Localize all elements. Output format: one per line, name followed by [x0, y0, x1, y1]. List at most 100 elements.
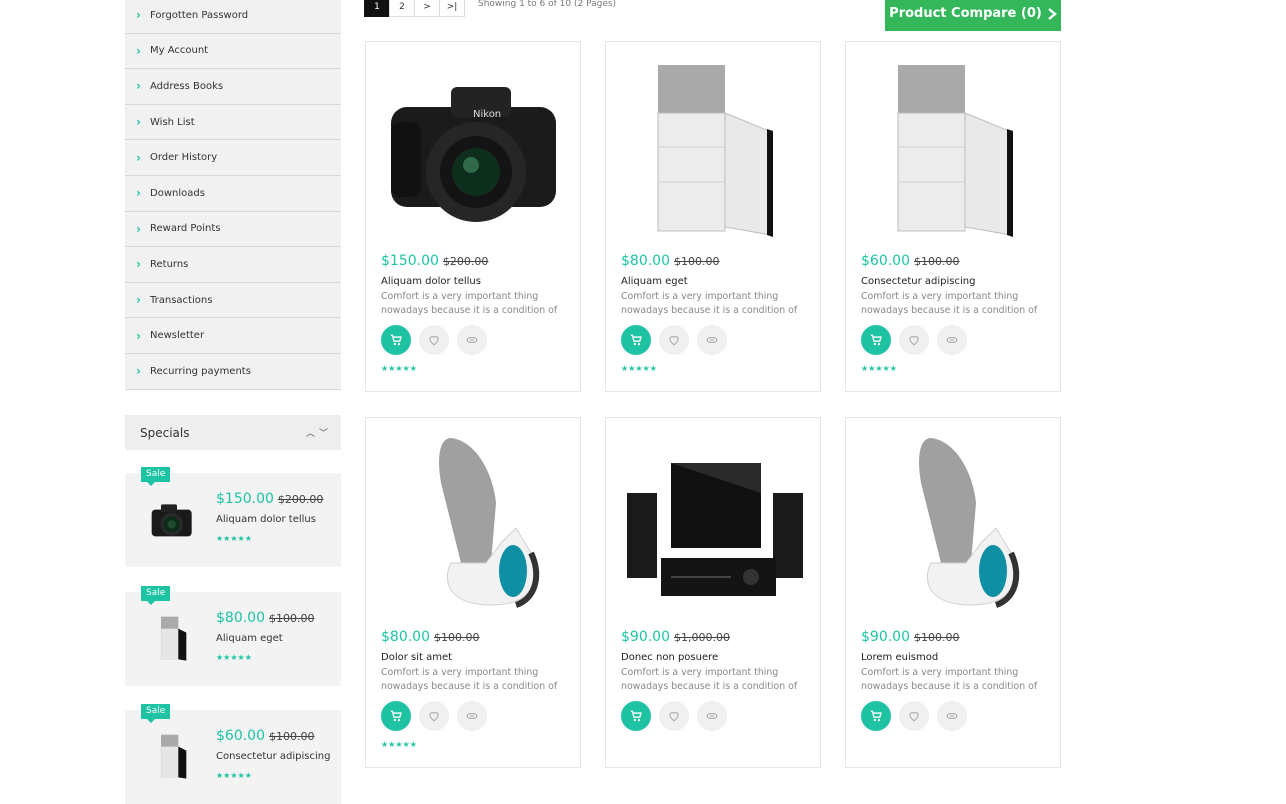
account-menu-item-newsletter[interactable]: › Newsletter [125, 318, 341, 354]
old-price: $100.00 [914, 631, 960, 644]
chevron-down-icon[interactable]: ﹀ [319, 426, 328, 439]
product-name[interactable]: Donec non posuere [621, 652, 718, 663]
compare-button[interactable] [937, 701, 967, 731]
add-to-cart-button[interactable] [621, 325, 651, 355]
add-to-cart-button[interactable] [861, 701, 891, 731]
product-name[interactable]: Aliquam eget [621, 276, 688, 287]
paperclip-icon [946, 713, 958, 719]
compare-button[interactable] [457, 701, 487, 731]
product-name[interactable]: Aliquam dolor tellus [381, 276, 481, 287]
fridge-image [160, 734, 187, 779]
product-price: $90.00 $100.00 [861, 629, 960, 645]
account-menu-item-address-books[interactable]: › Address Books [125, 69, 341, 105]
special-item[interactable]: Sale $60.00 $100.00 Consectetur adipiscin… [125, 704, 341, 804]
add-to-cart-button[interactable] [381, 325, 411, 355]
chevron-up-icon[interactable]: ︿ [306, 426, 315, 439]
cart-icon [870, 334, 882, 346]
chevron-right-icon: › [136, 257, 141, 272]
chevron-right-icon: › [136, 79, 141, 94]
page-link-1[interactable]: 1 [364, 0, 390, 17]
product-image[interactable] [621, 433, 806, 613]
product-image[interactable] [621, 57, 806, 237]
compare-button[interactable] [697, 325, 727, 355]
account-menu-item-transactions[interactable]: › Transactions [125, 283, 341, 319]
product-description: Comfort is a very important thing nowada… [381, 291, 558, 316]
product-compare-button[interactable]: Product Compare (0) [885, 0, 1061, 31]
account-menu: › Forgotten Password › My Account › Address… [125, 0, 341, 390]
page-link-last[interactable]: >| [439, 0, 465, 17]
account-menu-item-wish-list[interactable]: › Wish List [125, 105, 341, 141]
heart-icon [669, 712, 679, 722]
paperclip-icon [946, 337, 958, 343]
rating-stars: ★★★★★ [216, 653, 252, 662]
sale-badge: Sale [141, 586, 171, 605]
old-price: $1,000.00 [674, 631, 730, 644]
product-name[interactable]: Dolor sit amet [381, 652, 452, 663]
add-to-wishlist-button[interactable] [899, 701, 929, 731]
special-item[interactable]: Sale $80.00 $100.00 Aliquam eget ★★★★★ [125, 586, 341, 686]
product-card: Nikon $150.00 $200.00 Aliquam dolor tellu… [365, 41, 581, 392]
special-name[interactable]: Aliquam eget [216, 633, 283, 644]
fridge-image [657, 65, 773, 237]
product-image[interactable] [861, 433, 1046, 613]
product-image[interactable] [381, 433, 566, 613]
special-name[interactable]: Consectetur adipiscing [216, 751, 330, 762]
vacuum-image [439, 438, 540, 608]
compare-button[interactable] [697, 701, 727, 731]
product-thumbnail[interactable] [145, 495, 197, 543]
cart-icon [390, 710, 402, 722]
add-to-wishlist-button[interactable] [659, 701, 689, 731]
chevron-right-icon: › [136, 115, 141, 130]
fridge-image [897, 65, 1013, 237]
product-actions [381, 325, 487, 355]
add-to-wishlist-button[interactable] [419, 701, 449, 731]
old-price: $100.00 [674, 255, 720, 268]
account-menu-item-recurring-payments[interactable]: › Recurring payments [125, 354, 341, 390]
heart-icon [429, 336, 439, 346]
product-name[interactable]: Consectetur adipiscing [861, 276, 975, 287]
page-link-next[interactable]: > [414, 0, 440, 17]
old-price: $200.00 [442, 255, 489, 268]
old-price: $200.00 [277, 493, 324, 506]
account-menu-item-order-history[interactable]: › Order History [125, 140, 341, 176]
camera-image: Nikon [391, 87, 556, 222]
page-link-2[interactable]: 2 [389, 0, 415, 17]
account-menu-item-reward-points[interactable]: › Reward Points [125, 212, 341, 248]
cart-icon [870, 710, 882, 722]
add-to-cart-button[interactable] [621, 701, 651, 731]
account-menu-item-forgotten-password[interactable]: › Forgotten Password [125, 0, 341, 34]
old-price: $100.00 [914, 255, 960, 268]
compare-button[interactable] [457, 325, 487, 355]
add-to-wishlist-button[interactable] [659, 325, 689, 355]
compare-button[interactable] [937, 325, 967, 355]
cart-icon [630, 710, 642, 722]
product-thumbnail[interactable] [145, 732, 197, 780]
account-menu-item-returns[interactable]: › Returns [125, 247, 341, 283]
product-image[interactable] [861, 57, 1046, 237]
fridge-image [160, 616, 187, 661]
rating-stars: ★★★★★ [861, 364, 897, 373]
product-name[interactable]: Lorem euismod [861, 652, 938, 663]
old-price: $100.00 [269, 612, 315, 625]
chevron-right-icon: › [136, 150, 141, 165]
special-price: $150.00 $200.00 [216, 491, 324, 507]
rating-stars: ★★★★★ [381, 740, 417, 749]
special-item[interactable]: Sale $150.00 $200.00 Aliquam dolor tellus… [125, 467, 341, 567]
product-price: $80.00 $100.00 [381, 629, 480, 645]
specials-header: Specials ︿ ﹀ [125, 415, 341, 450]
product-description: Comfort is a very important thing nowada… [381, 667, 558, 692]
old-price: $100.00 [434, 631, 480, 644]
special-name[interactable]: Aliquam dolor tellus [216, 514, 316, 525]
product-actions [861, 325, 967, 355]
add-to-wishlist-button[interactable] [899, 325, 929, 355]
product-thumbnail[interactable] [145, 614, 197, 662]
product-description: Comfort is a very important thing nowada… [861, 667, 1038, 692]
add-to-cart-button[interactable] [861, 325, 891, 355]
add-to-wishlist-button[interactable] [419, 325, 449, 355]
product-price: $90.00 $1,000.00 [621, 629, 730, 645]
product-image[interactable]: Nikon [381, 57, 566, 237]
add-to-cart-button[interactable] [381, 701, 411, 731]
account-menu-item-my-account[interactable]: › My Account [125, 34, 341, 70]
speakers-image [627, 463, 803, 596]
account-menu-item-downloads[interactable]: › Downloads [125, 176, 341, 212]
